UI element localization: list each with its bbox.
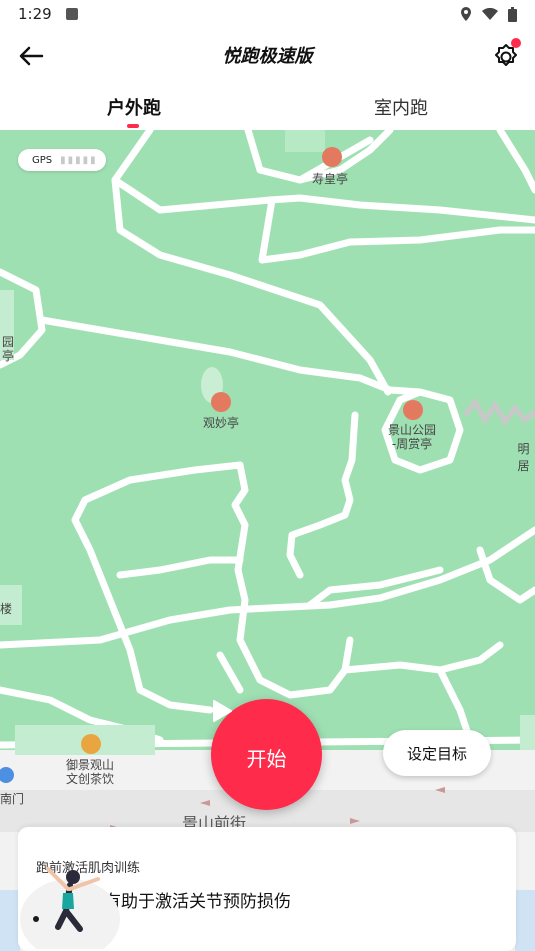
app-header: 悦跑极速版 (0, 28, 535, 84)
status-time: 1:29 (18, 5, 52, 23)
tab-indoor-run[interactable]: 室内跑 (374, 94, 428, 120)
poi-label: 明居 (517, 442, 530, 473)
set-goal-button[interactable]: 设定目标 (383, 730, 491, 776)
play-icon (213, 700, 232, 722)
settings-button[interactable] (489, 38, 523, 72)
poi-label: 观妙亭 (203, 416, 240, 430)
battery-icon (508, 6, 517, 22)
location-icon (461, 7, 471, 21)
stretching-woman-illustration (20, 867, 120, 949)
poi-label: 寿皇亭 (312, 172, 349, 186)
map-view[interactable]: GPS ▮▮▮▮▮ 寿皇亭 观妙亭 景山公园 -周赏亭 明居 御景观山 文创茶饮… (0, 130, 535, 951)
warmup-card[interactable]: 跑前激活肌肉训练 跑前热身有助于激活关节预防损伤 (18, 827, 516, 951)
gps-label: GPS (32, 154, 53, 166)
poi-label: 南门 (0, 792, 25, 806)
start-label: 开始 (246, 747, 287, 771)
gps-signal-indicator: GPS ▮▮▮▮▮ (18, 149, 106, 171)
tab-outdoor-run[interactable]: 户外跑 (107, 94, 161, 120)
status-bar: 1:29 (0, 0, 535, 28)
page-title: 悦跑极速版 (222, 46, 313, 67)
gps-signal-bars: ▮▮▮▮▮ (60, 154, 98, 166)
poi-label: 楼 (0, 602, 13, 616)
run-mode-tabs: 户外跑 室内跑 (0, 84, 535, 130)
notification-badge (511, 38, 521, 48)
notification-icon (65, 8, 78, 20)
start-run-button[interactable]: 开始 (211, 699, 322, 810)
poi-label: 园 亭 (2, 335, 15, 363)
poi-label: 御景观山 文创茶饮 (66, 758, 115, 786)
poi-label: 景山公园 -周赏亭 (388, 423, 437, 451)
wifi-icon (482, 8, 498, 20)
tab-active-indicator (127, 124, 139, 128)
